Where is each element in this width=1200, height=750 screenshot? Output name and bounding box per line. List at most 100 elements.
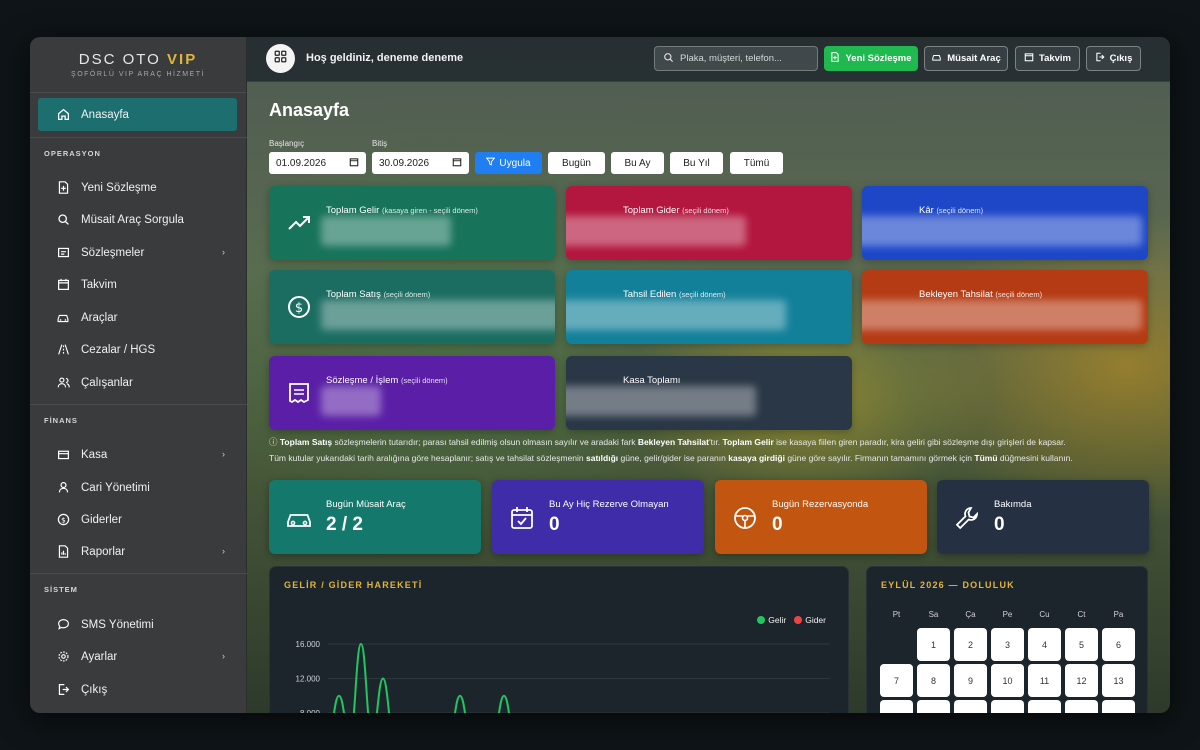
dollar-circle-icon: $ [56, 513, 70, 527]
sidebar-item-kasa[interactable]: Kasa › [38, 438, 237, 471]
sidebar-item-yeni-sozlesme[interactable]: Yeni Sözleşme [38, 171, 237, 204]
chevron-right-icon: › [222, 546, 225, 556]
calendar-day[interactable] [1065, 700, 1098, 713]
calendar-day[interactable]: 6 [1102, 628, 1135, 661]
kpi-label: Bugün Müsait Araç [326, 499, 406, 510]
y-tick-label: 12.000 [296, 675, 321, 684]
user-icon [56, 481, 70, 495]
calendar-day[interactable]: 9 [954, 664, 987, 697]
sidebar-item-giderler[interactable]: $ Giderler [38, 503, 237, 536]
calendar-day[interactable]: 8 [917, 664, 950, 697]
kpi-value: 0 [549, 514, 560, 535]
apply-filter-button[interactable]: Uygula [475, 152, 542, 174]
sidebar-item-label: Kasa [81, 448, 108, 461]
sidebar-item-ayarlar[interactable]: Ayarlar › [38, 640, 237, 673]
sidebar-item-musait-arac-sorgula[interactable]: Müsait Araç Sorgula [38, 203, 237, 236]
filter-icon [486, 157, 496, 169]
income-expense-chart: 16.000 12.000 8.000 [296, 640, 830, 713]
weekday-header: Pa [1113, 610, 1124, 619]
section-label-operasyon: OPERASYON [44, 149, 101, 158]
calendar-day[interactable] [954, 700, 987, 713]
start-date-input[interactable]: 01.09.2026 [269, 152, 366, 174]
sidebar-item-raporlar[interactable]: Raporlar › [38, 535, 237, 568]
sidebar-item-label: Müsait Araç Sorgula [81, 213, 184, 226]
calendar-button[interactable]: Takvim [1015, 46, 1080, 71]
kpi-label: Bu Ay Hiç Rezerve Olmayan [549, 499, 669, 510]
sidebar-item-calisanlar[interactable]: Çalışanlar [38, 366, 237, 399]
sidebar-item-label: Giderler [81, 513, 122, 526]
logout-label: Çıkış [1109, 53, 1133, 64]
stat-card-value-blurred [321, 300, 555, 330]
sidebar-item-label: Raporlar [81, 545, 126, 558]
calendar-day[interactable]: 5 [1065, 628, 1098, 661]
calendar-day[interactable]: 4 [1028, 628, 1061, 661]
end-date-input[interactable]: 30.09.2026 [372, 152, 469, 174]
calendar-day[interactable]: 2 [954, 628, 987, 661]
calendar-day[interactable]: 12 [1065, 664, 1098, 697]
calendar-day[interactable]: 13 [1102, 664, 1135, 697]
logout-button[interactable]: Çıkış [1086, 46, 1141, 71]
calendar-day[interactable]: 3 [991, 628, 1024, 661]
stat-card-collected: Tahsil Edilen (seçili dönem) [566, 270, 852, 344]
calendar-day[interactable]: 7 [880, 664, 913, 697]
calendar-day[interactable]: 1 [917, 628, 950, 661]
calendar-day[interactable] [991, 700, 1024, 713]
calendar-day[interactable]: 10 [991, 664, 1024, 697]
menu-grid-button[interactable] [266, 44, 295, 73]
kpi-never-reserved[interactable]: Bu Ay Hiç Rezerve Olmayan 0 [492, 480, 704, 554]
search-box[interactable] [654, 46, 818, 71]
start-date-value: 01.09.2026 [276, 157, 327, 169]
receipt-icon [286, 380, 312, 406]
trend-up-icon [286, 210, 312, 236]
calendar-day[interactable]: 11 [1028, 664, 1061, 697]
car-icon [931, 52, 942, 65]
sidebar-item-sozlesmeler[interactable]: Sözleşmeler › [38, 236, 237, 269]
main-content: Hoş geldiniz, deneme deneme Yeni Sözleşm… [247, 37, 1170, 713]
sidebar-item-takvim[interactable]: Takvim [38, 268, 237, 301]
kpi-reserved-today[interactable]: Bugün Rezervasyonda 0 [715, 480, 927, 554]
calendar-icon [452, 157, 462, 170]
kpi-label: Bugün Rezervasyonda [772, 499, 869, 510]
stat-card-label: Bekleyen Tahsilat (seçili dönem) [919, 289, 1043, 300]
this-month-button[interactable]: Bu Ay [611, 152, 664, 174]
sidebar-item-cari-yonetimi[interactable]: Cari Yönetimi [38, 471, 237, 504]
available-car-button[interactable]: Müsait Araç [924, 46, 1008, 71]
income-expense-panel: GELİR / GİDER HAREKETİ Gelir Gider 16.00… [269, 566, 849, 713]
stat-card-label: Toplam Gider (seçili dönem) [623, 205, 729, 216]
sidebar-item-araclar[interactable]: Araçlar [38, 301, 237, 334]
search-input[interactable] [680, 53, 810, 64]
sidebar-item-label: Takvim [81, 278, 117, 291]
users-icon [56, 376, 70, 390]
car-icon [285, 504, 313, 532]
today-button[interactable]: Bugün [548, 152, 605, 174]
calendar-day[interactable] [880, 700, 913, 713]
stat-card-contracts: Sözleşme / İşlem (seçili dönem) [269, 356, 555, 430]
stat-card-cash-total: Kasa Toplamı [566, 356, 852, 430]
all-button[interactable]: Tümü [730, 152, 783, 174]
sidebar-item-sms-yonetimi[interactable]: SMS Yönetimi [38, 608, 237, 641]
chevron-right-icon: › [222, 449, 225, 459]
stat-card-value-blurred [862, 216, 1142, 246]
stat-card-pending-collection: Bekleyen Tahsilat (seçili dönem) [862, 270, 1148, 344]
logout-icon [56, 683, 70, 697]
occupancy-calendar-panel: EYLÜL 2026 — DOLULUK Pt Sa Ça Pe Cu Ct Pa 1 2 3 4 5… [866, 566, 1148, 713]
sidebar-item-home[interactable]: Anasayfa [38, 98, 237, 131]
kpi-maintenance[interactable]: Bakımda 0 [937, 480, 1149, 554]
new-contract-button[interactable]: Yeni Sözleşme [824, 46, 918, 71]
panel-title: EYLÜL 2026 — DOLULUK [881, 580, 1015, 590]
report-icon [56, 545, 70, 559]
calendar-day[interactable] [1028, 700, 1061, 713]
sidebar-item-cikis[interactable]: Çıkış [38, 673, 237, 706]
calendar-icon [349, 157, 359, 170]
this-year-button[interactable]: Bu Yıl [670, 152, 723, 174]
topbar: Hoş geldiniz, deneme deneme Yeni Sözleşm… [247, 37, 1170, 82]
y-tick-label: 16.000 [296, 640, 321, 649]
calendar-day[interactable] [917, 700, 950, 713]
sidebar-item-label: Çıkış [81, 683, 108, 696]
weekday-header: Pt [892, 610, 901, 619]
stat-card-total-sales: $ Toplam Satış (seçili dönem) [269, 270, 555, 344]
calendar-day[interactable] [1102, 700, 1135, 713]
welcome-text: Hoş geldiniz, deneme deneme [306, 52, 464, 64]
kpi-available-today[interactable]: Bugün Müsait Araç 2 / 2 [269, 480, 481, 554]
sidebar-item-cezalar-hgs[interactable]: Cezalar / HGS [38, 333, 237, 366]
